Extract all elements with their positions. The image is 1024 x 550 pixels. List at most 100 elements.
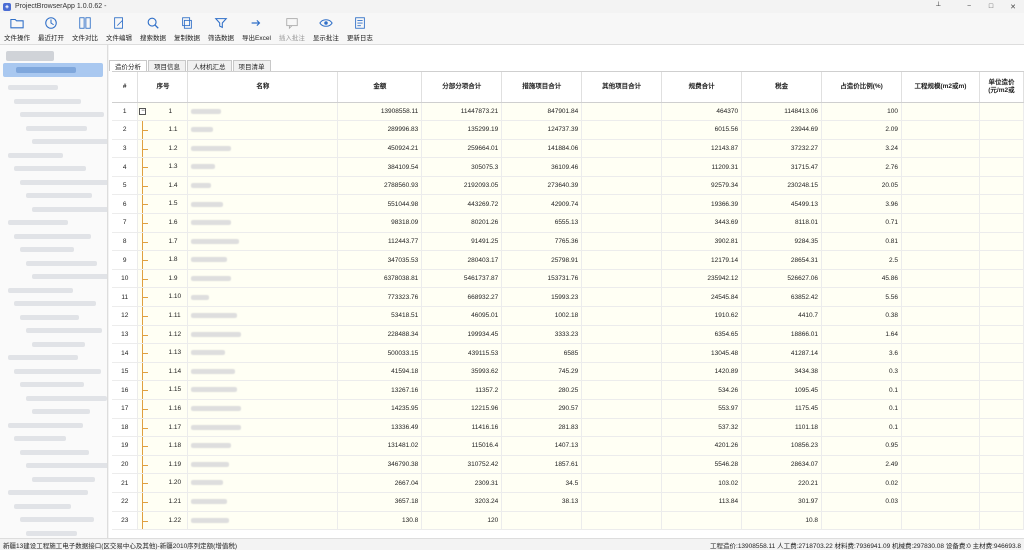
measure-total-cell[interactable]: 38.13 bbox=[501, 492, 583, 512]
scale-cell[interactable] bbox=[901, 380, 980, 400]
name-cell-blurred[interactable] bbox=[187, 325, 339, 345]
tax-cell[interactable]: 8118.01 bbox=[741, 213, 823, 233]
scale-cell[interactable] bbox=[901, 232, 980, 252]
subitem-total-cell[interactable]: 35993.62 bbox=[421, 362, 503, 382]
amount-cell[interactable]: 53418.51 bbox=[337, 306, 423, 326]
fee-total-cell[interactable]: 113.84 bbox=[661, 492, 743, 512]
table-row[interactable]: 8 1.7 112443.77 91491.25 7765.36 3902.81 9284.… bbox=[112, 232, 1024, 252]
serial-cell[interactable]: 1.21 bbox=[137, 492, 189, 512]
tax-cell[interactable]: 3434.38 bbox=[741, 362, 823, 382]
cost-ratio-cell[interactable]: 3.96 bbox=[821, 194, 902, 215]
sidebar-item-blurred[interactable] bbox=[26, 395, 107, 401]
unit-cost-cell[interactable] bbox=[979, 232, 1024, 252]
tax-cell[interactable]: 31715.47 bbox=[741, 157, 823, 177]
unit-cost-cell[interactable] bbox=[979, 343, 1024, 363]
other-total-cell[interactable] bbox=[581, 399, 663, 419]
unit-cost-cell[interactable] bbox=[979, 287, 1024, 308]
name-cell-blurred[interactable] bbox=[187, 157, 339, 177]
subitem-total-cell[interactable]: 115016.4 bbox=[421, 436, 503, 456]
serial-cell[interactable]: 1.13 bbox=[137, 343, 189, 363]
name-cell-blurred[interactable] bbox=[187, 269, 339, 289]
serial-cell[interactable]: 1.7 bbox=[137, 232, 189, 252]
subitem-total-cell[interactable]: 2309.31 bbox=[421, 473, 503, 493]
unit-cost-cell[interactable] bbox=[979, 473, 1024, 493]
measure-total-cell[interactable]: 273640.39 bbox=[501, 176, 583, 196]
cost-ratio-cell[interactable]: 0.95 bbox=[821, 436, 902, 456]
amount-cell[interactable]: 228488.34 bbox=[337, 325, 423, 345]
other-total-cell[interactable] bbox=[581, 473, 663, 493]
table-row[interactable]: 10 1.9 6378038.81 5461737.87 153731.76 235942… bbox=[112, 269, 1024, 289]
sidebar-item-blurred[interactable] bbox=[14, 503, 71, 509]
name-cell-blurred[interactable] bbox=[187, 139, 339, 159]
fee-total-cell[interactable]: 3902.81 bbox=[661, 232, 743, 252]
serial-cell[interactable]: 1.3 bbox=[137, 157, 189, 177]
scale-cell[interactable] bbox=[901, 157, 980, 177]
cost-ratio-cell[interactable]: 0.1 bbox=[821, 399, 902, 419]
tax-cell[interactable]: 9284.35 bbox=[741, 232, 823, 252]
measure-total-cell[interactable]: 745.29 bbox=[501, 362, 583, 382]
subitem-total-cell[interactable]: 135299.19 bbox=[421, 120, 503, 140]
unit-cost-cell[interactable] bbox=[979, 325, 1024, 345]
scale-cell[interactable] bbox=[901, 213, 980, 233]
table-row[interactable]: 4 1.3 384109.54 305075.3 36109.46 11209.31 317… bbox=[112, 157, 1024, 177]
measure-total-cell[interactable]: 847901.84 bbox=[501, 102, 583, 122]
amount-cell[interactable]: 13908558.11 bbox=[337, 102, 423, 122]
cost-ratio-cell[interactable]: 45.86 bbox=[821, 269, 902, 289]
sidebar-item-blurred[interactable] bbox=[26, 328, 102, 333]
copy-data-button[interactable]: 复制数据 bbox=[170, 13, 204, 45]
scale-cell[interactable] bbox=[901, 250, 980, 270]
serial-cell[interactable]: 1.22 bbox=[137, 511, 189, 531]
unit-cost-cell[interactable] bbox=[979, 306, 1024, 326]
collapse-icon[interactable]: − bbox=[139, 107, 147, 115]
fee-total-cell[interactable]: 1910.62 bbox=[661, 306, 743, 326]
unit-cost-cell[interactable] bbox=[979, 492, 1024, 512]
scale-cell[interactable] bbox=[901, 511, 980, 531]
fee-total-cell[interactable]: 3443.69 bbox=[661, 213, 743, 233]
tab-cost-analysis[interactable]: 造价分析 bbox=[109, 60, 147, 71]
other-total-cell[interactable] bbox=[581, 194, 663, 215]
scale-cell[interactable] bbox=[901, 102, 980, 122]
amount-cell[interactable]: 347035.53 bbox=[337, 250, 423, 270]
table-row[interactable]: 1−1 13908558.11 11447873.21 847901.84 464370… bbox=[112, 102, 1024, 122]
tax-cell[interactable]: 1095.45 bbox=[741, 380, 823, 400]
cost-ratio-cell[interactable]: 0.3 bbox=[821, 362, 902, 382]
table-row[interactable]: 9 1.8 347035.53 280403.17 25798.91 12179.14 28… bbox=[112, 250, 1024, 270]
subitem-total-cell[interactable]: 443269.72 bbox=[421, 194, 503, 215]
amount-cell[interactable]: 98318.09 bbox=[337, 213, 423, 233]
table-row[interactable]: 16 1.15 13267.16 11357.2 280.25 534.26 1095.45… bbox=[112, 380, 1024, 400]
other-total-cell[interactable] bbox=[581, 139, 663, 159]
table-row[interactable]: 20 1.19 346790.38 310752.42 1857.61 5546.28 28… bbox=[112, 455, 1024, 475]
amount-cell[interactable]: 2667.04 bbox=[337, 473, 423, 493]
table-row[interactable]: 21 1.20 2667.04 2309.31 34.5 103.02 220.21 0.02 bbox=[112, 473, 1024, 493]
table-row[interactable]: 18 1.17 13336.49 11416.16 281.83 537.32 1101.1… bbox=[112, 418, 1024, 438]
file-compare-button[interactable]: 文件对比 bbox=[68, 13, 102, 45]
table-row[interactable]: 3 1.2 450924.21 259664.01 141884.06 12143.87 3… bbox=[112, 139, 1024, 159]
fee-total-cell[interactable]: 12179.14 bbox=[661, 250, 743, 270]
unit-cost-cell[interactable] bbox=[979, 269, 1024, 289]
other-total-cell[interactable] bbox=[581, 287, 663, 308]
search-data-button[interactable]: 搜索数据 bbox=[136, 13, 170, 45]
column-header[interactable]: 序号 bbox=[137, 72, 189, 103]
unit-cost-cell[interactable] bbox=[979, 157, 1024, 177]
sidebar-item-blurred[interactable] bbox=[20, 517, 94, 522]
measure-total-cell[interactable]: 1857.61 bbox=[501, 455, 583, 475]
sidebar-item-blurred[interactable] bbox=[32, 476, 95, 482]
amount-cell[interactable]: 13336.49 bbox=[337, 418, 423, 438]
measure-total-cell[interactable]: 34.5 bbox=[501, 473, 583, 493]
tax-cell[interactable]: 41287.14 bbox=[741, 343, 823, 363]
serial-cell[interactable]: 1.20 bbox=[137, 473, 189, 493]
table-row[interactable]: 23 1.22 130.8 120 10.8 bbox=[112, 511, 1024, 531]
other-total-cell[interactable] bbox=[581, 362, 663, 382]
name-cell-blurred[interactable] bbox=[187, 362, 339, 382]
measure-total-cell[interactable]: 6585 bbox=[501, 343, 583, 363]
cost-ratio-cell[interactable]: 0.38 bbox=[821, 306, 902, 326]
close-button[interactable]: ✕ bbox=[1002, 0, 1024, 13]
sidebar-item-blurred[interactable] bbox=[20, 179, 107, 185]
amount-cell[interactable]: 384109.54 bbox=[337, 157, 423, 177]
amount-cell[interactable]: 130.8 bbox=[337, 511, 423, 531]
measure-total-cell[interactable]: 290.57 bbox=[501, 399, 583, 419]
name-cell-blurred[interactable] bbox=[187, 511, 339, 531]
measure-total-cell[interactable]: 3333.23 bbox=[501, 325, 583, 345]
tax-cell[interactable]: 18866.01 bbox=[741, 325, 823, 345]
name-cell-blurred[interactable] bbox=[187, 418, 339, 438]
